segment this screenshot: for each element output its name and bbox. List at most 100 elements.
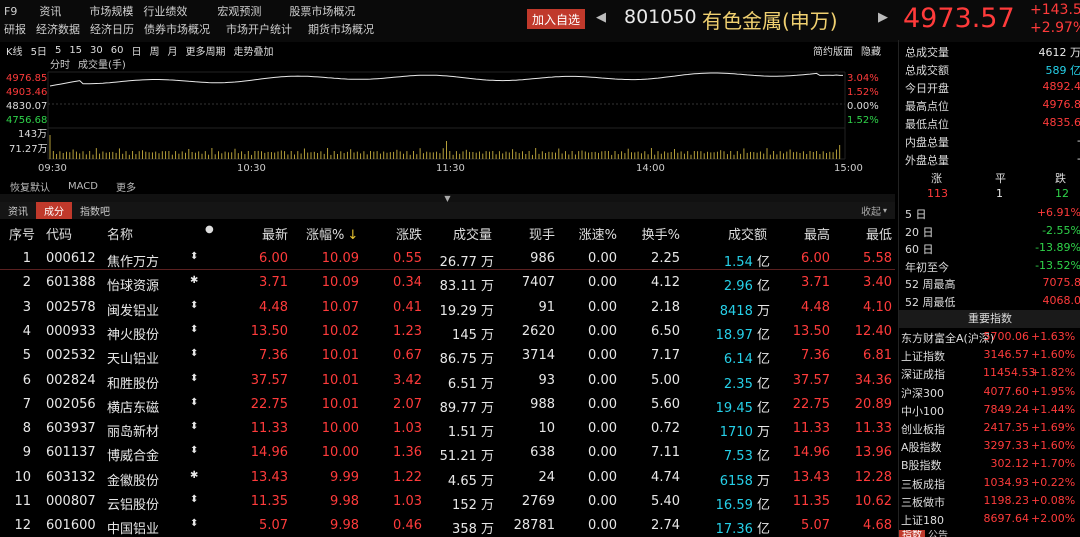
table-row[interactable]: 4 000933 神火股份 ⬍ 13.50 10.02 1.23 145 万 2620 0.00 6… <box>0 319 895 343</box>
cell-speed: 0.00 <box>567 421 617 436</box>
table-row[interactable]: 3 002578 闽发铝业 ⬍ 4.48 10.07 0.41 19.29 万 91 0.00 2.… <box>0 295 895 319</box>
menu-item[interactable]: 经济数据 <box>36 21 80 37</box>
col-flag[interactable]: ● <box>205 224 214 235</box>
table-row[interactable]: 10 603132 金徽股份 ✱ 13.43 9.99 1.22 4.65 万 24 0.00 4.… <box>0 465 895 489</box>
cell-low: 6.81 <box>842 348 892 363</box>
col-last[interactable]: 最新 <box>238 224 288 243</box>
stat-label: 总成交额 <box>905 62 949 78</box>
col-change[interactable]: 涨跌 <box>372 224 422 243</box>
add-favorite-button[interactable]: 加入自选 <box>527 9 585 29</box>
index-row[interactable]: 沪深300 4077.60 +1.95% <box>901 383 1080 401</box>
period-15min[interactable]: 15 <box>69 45 82 56</box>
menu-item[interactable]: 经济日历 <box>90 21 134 37</box>
table-row[interactable]: 7 002056 横店东磁 ⬍ 22.75 10.01 2.07 89.77 万 988 0.00… <box>0 392 895 416</box>
col-high[interactable]: 最高 <box>780 224 830 243</box>
breadth-flat-count: 1 <box>996 187 1003 200</box>
period-month[interactable]: 月 <box>168 43 178 58</box>
cell-high: 6.00 <box>780 251 830 266</box>
cell-turnover: 5.40 <box>630 494 680 509</box>
index-row[interactable]: 创业板指 2417.35 +1.69% <box>901 419 1080 437</box>
table-row[interactable]: 12 601600 中国铝业 ⬍ 5.07 9.98 0.46 358 万 28781 0.00 2… <box>0 513 895 537</box>
table-row[interactable]: 6 002824 和胜股份 ⬍ 37.57 10.01 3.42 6.51 万 93 0.00 5.… <box>0 368 895 392</box>
table-row[interactable]: 9 601137 博威合金 ⬍ 14.96 10.00 1.36 51.21 万 638 0.00… <box>0 440 895 464</box>
period-5min[interactable]: 5 <box>55 45 61 56</box>
more-indicators-button[interactable]: 更多 <box>116 179 136 194</box>
period-kline[interactable]: K线 <box>6 43 23 58</box>
menu-item[interactable]: 市场规模 <box>89 3 133 19</box>
cell-flag: ⬍ <box>190 397 198 408</box>
cell-change: 2.07 <box>372 397 422 412</box>
menu-item[interactable]: 债券市场概况 <box>144 21 210 37</box>
prev-stock-icon[interactable]: ◀ <box>596 10 606 25</box>
cell-current: 3714 <box>505 348 555 363</box>
cell-speed: 0.00 <box>567 373 617 388</box>
stat-label: 今日开盘 <box>905 80 949 96</box>
cell-amount: 2.35 亿 <box>700 373 770 392</box>
tab-constituents[interactable]: 成分 <box>36 202 72 219</box>
index-row[interactable]: 上证180 8697.64 +2.00% <box>901 510 1080 528</box>
col-volume[interactable]: 成交量 <box>430 224 492 243</box>
table-row[interactable]: 1 000612 焦作万方 ⬍ 6.00 10.09 0.55 26.77 万 986 0.00 2… <box>0 246 895 270</box>
index-row[interactable]: A股指数 3297.33 +1.60% <box>901 437 1080 455</box>
period-30min[interactable]: 30 <box>90 45 103 56</box>
period-day[interactable]: 日 <box>132 43 142 58</box>
index-row[interactable]: 上证指数 3146.57 +1.60% <box>901 346 1080 364</box>
col-current[interactable]: 现手 <box>505 224 555 243</box>
hide-button[interactable]: 隐藏 <box>861 43 881 58</box>
tab-forum[interactable]: 指数吧 <box>72 202 118 219</box>
tab-news[interactable]: 资讯 <box>0 202 36 219</box>
index-row[interactable]: 中小100 7849.24 +1.44% <box>901 401 1080 419</box>
next-stock-icon[interactable]: ▶ <box>878 10 888 25</box>
index-row[interactable]: 三板做市 1198.23 +0.08% <box>901 492 1080 510</box>
index-row[interactable]: 三板成指 1034.93 +0.22% <box>901 474 1080 492</box>
more-periods[interactable]: 更多周期 <box>186 43 226 58</box>
menu-item[interactable]: 期货市场概况 <box>308 21 374 37</box>
table-row[interactable]: 11 000807 云铝股份 ⬍ 11.35 9.98 1.03 152 万 2769 0.00 5… <box>0 489 895 513</box>
col-index[interactable]: 序号 <box>9 224 35 243</box>
menu-item[interactable]: 宏观预测 <box>217 3 261 19</box>
period-week[interactable]: 周 <box>150 43 160 58</box>
stat-value: 4976.8 <box>1043 98 1080 111</box>
overlay-dropdown[interactable]: 走势叠加 <box>234 43 274 58</box>
col-speed[interactable]: 涨速% <box>567 224 617 243</box>
menu-item[interactable]: 股票市场概况 <box>289 3 355 19</box>
index-row[interactable]: 深证成指 11454.53 +1.82% <box>901 364 1080 382</box>
period-60min[interactable]: 60 <box>111 45 124 56</box>
f9-key[interactable]: F9 <box>4 5 17 18</box>
col-turnover[interactable]: 换手% <box>630 224 680 243</box>
col-pct[interactable]: 涨幅% ↓ <box>306 224 358 243</box>
cell-pct: 10.07 <box>306 300 359 315</box>
col-amount[interactable]: 成交额 <box>710 224 767 243</box>
cell-pct: 10.01 <box>306 373 359 388</box>
collapse-button[interactable]: 收起 ▾ <box>853 202 895 219</box>
cell-turnover: 5.00 <box>630 373 680 388</box>
col-low[interactable]: 最低 <box>842 224 892 243</box>
table-row[interactable]: 2 601388 怡球资源 ✱ 3.71 10.09 0.34 83.11 万 7407 0.00… <box>0 270 895 294</box>
macd-button[interactable]: MACD <box>68 181 98 192</box>
tab-index[interactable]: 指数 <box>899 530 925 537</box>
cell-last: 37.57 <box>238 373 288 388</box>
simple-layout-button[interactable]: 简约版面 <box>813 43 853 58</box>
cell-pct: 10.00 <box>306 445 359 460</box>
menu-item[interactable]: 资讯 <box>39 3 61 19</box>
col-name[interactable]: 名称 <box>107 224 133 243</box>
intraday-chart[interactable]: 分时 成交量(手) 4976.85 4903.46 4830.07 4756.6… <box>0 58 895 180</box>
index-row[interactable]: B股指数 302.12 +1.70% <box>901 455 1080 473</box>
cell-pct: 9.99 <box>306 470 359 485</box>
cell-turnover: 6.50 <box>630 324 680 339</box>
menu-item[interactable]: 市场开户统计 <box>226 21 292 37</box>
price-line <box>50 73 843 86</box>
table-row[interactable]: 5 002532 天山铝业 ⬍ 7.36 10.01 0.67 86.75 万 3714 0.00… <box>0 343 895 367</box>
menu-item[interactable]: 行业绩效 <box>143 3 187 19</box>
research-key[interactable]: 研报 <box>4 21 26 37</box>
menu-row-1: F9 资讯 市场规模 行业绩效 宏观预测 股票市场概况 <box>4 2 365 20</box>
col-code[interactable]: 代码 <box>46 224 72 243</box>
cell-amount-unit: 亿 <box>753 279 770 294</box>
tab-announcement[interactable]: 公告 <box>925 530 951 537</box>
table-row[interactable]: 8 603937 丽岛新材 ⬍ 11.33 10.00 1.03 1.51 万 10 0.00 0.… <box>0 416 895 440</box>
period-5day[interactable]: 5日 <box>31 43 47 58</box>
cell-amount-value: 2.35 <box>724 377 753 392</box>
index-row[interactable]: 东方财富全A(沪深) 5700.06 +1.63% <box>901 328 1080 346</box>
panel-divider-handle[interactable]: ▼ <box>0 194 895 202</box>
restore-default-button[interactable]: 恢复默认 <box>10 179 50 194</box>
